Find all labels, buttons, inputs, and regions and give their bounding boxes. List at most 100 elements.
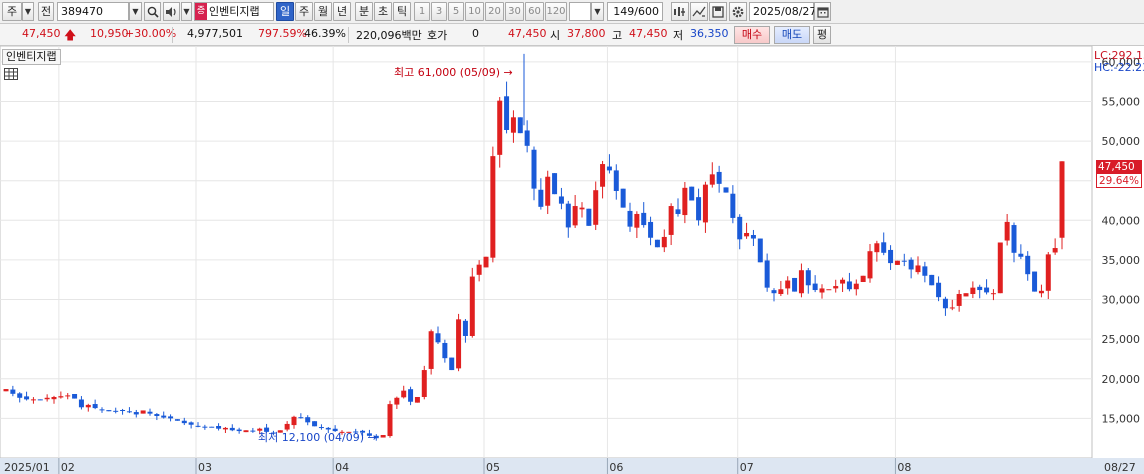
candle-body (17, 393, 23, 398)
custom-interval-dropdown-icon[interactable]: ▼ (591, 2, 604, 21)
interval-30-button[interactable]: 30 (505, 2, 524, 21)
candle-body (702, 184, 708, 223)
candle-body (387, 404, 393, 437)
sell-button[interactable]: 매도 (774, 26, 810, 44)
candle-body (298, 417, 304, 419)
plot-area (0, 46, 1093, 459)
period-tick-button[interactable]: 틱 (393, 2, 411, 21)
candle-body (476, 264, 482, 275)
candle-body (977, 286, 983, 291)
candle-body (216, 425, 222, 429)
interval-5-button[interactable]: 5 (448, 2, 464, 21)
margin-badge: 증 (195, 3, 207, 20)
low-price: 36,350 (690, 27, 729, 40)
candle-body (565, 203, 571, 228)
x-axis-band (0, 458, 1144, 474)
candle-body (881, 242, 887, 253)
interval-10-button[interactable]: 10 (465, 2, 484, 21)
x-tick-label: 07 (740, 461, 754, 474)
interval-3-button[interactable]: 3 (431, 2, 447, 21)
candle-body (250, 430, 256, 432)
interval-60-button[interactable]: 60 (525, 2, 544, 21)
price-chart[interactable]: 15,00020,00025,00030,00035,00040,00045,0… (0, 46, 1144, 474)
period-minute-button[interactable]: 분 (355, 2, 373, 21)
data-count-field[interactable]: 149/600 (607, 2, 663, 21)
period-day-button[interactable]: 일 (276, 2, 294, 21)
chart-title-tab[interactable]: 인벤티지랩 (2, 49, 61, 65)
add-indicator-icon[interactable] (671, 2, 689, 21)
speaker-dropdown-icon[interactable]: ▼ (181, 2, 192, 21)
candle-body (51, 396, 57, 400)
period-month-button[interactable]: 월 (314, 2, 332, 21)
interval-120-label: 120 (546, 6, 566, 17)
stock-code-input[interactable]: 389470 (57, 2, 129, 21)
candle-body (37, 399, 43, 401)
candle-body (1059, 161, 1065, 238)
speaker-icon[interactable] (163, 2, 180, 21)
save-icon[interactable] (709, 2, 727, 21)
candle-body (188, 422, 194, 425)
candle-body (723, 187, 729, 193)
evaluation-button[interactable]: 평 (813, 26, 831, 44)
interval-1-label: 1 (418, 6, 426, 17)
date-input[interactable]: 2025/08/27 (749, 2, 816, 21)
candle-body (730, 193, 736, 218)
candle-body (867, 251, 873, 279)
prev-view-button[interactable]: 전 (38, 2, 54, 21)
period-year-label: 년 (336, 5, 348, 18)
candle-body (689, 186, 695, 201)
candle-body (195, 425, 201, 427)
period-second-button[interactable]: 초 (374, 2, 392, 21)
candle-body (627, 210, 633, 227)
candle-body (901, 260, 907, 262)
open-price: 37,800 (567, 27, 606, 40)
bid-price: 47,450 (508, 27, 547, 40)
custom-interval-input[interactable] (569, 2, 591, 21)
candle-body (456, 319, 462, 369)
data-count-value: 149/600 (613, 5, 659, 18)
candle-body (963, 293, 969, 297)
grid-icon[interactable] (4, 68, 18, 80)
candle-body (675, 209, 681, 214)
candle-body (1004, 221, 1010, 241)
period-year-button[interactable]: 년 (333, 2, 351, 21)
candle-body (85, 404, 91, 408)
turnover-rate: 46.39% (304, 27, 346, 40)
period-week-button[interactable]: 주 (295, 2, 313, 21)
candlestick-chart[interactable]: 15,00020,00025,00030,00035,00040,00045,0… (0, 46, 1144, 474)
candle-body (92, 404, 98, 409)
candle-body (161, 415, 167, 418)
candle-body (414, 396, 420, 403)
stock-name-tag[interactable]: 증 인벤티지랩 (194, 2, 274, 21)
period-week-label: 주 (298, 5, 310, 18)
y-tick-label: 40,000 (1102, 214, 1141, 227)
market-label: 주 (6, 5, 18, 18)
candle-body (243, 430, 249, 433)
candle-body (949, 307, 955, 309)
candle-body (428, 331, 434, 369)
candle-body (874, 243, 880, 253)
buy-button[interactable]: 매수 (734, 26, 770, 44)
market-selector-button[interactable]: 주 (2, 2, 22, 21)
market-dropdown-icon[interactable]: ▼ (22, 2, 34, 21)
gear-icon[interactable] (729, 2, 747, 21)
price-change: 10,950 (90, 27, 129, 40)
interval-30-label: 30 (508, 6, 521, 17)
draw-tool-icon[interactable] (690, 2, 708, 21)
search-icon[interactable] (144, 2, 161, 21)
code-dropdown-icon[interactable]: ▼ (129, 2, 142, 21)
candle-body (113, 410, 119, 412)
calendar-icon[interactable] (814, 2, 831, 21)
candle-body (785, 280, 791, 289)
y-tick-label: 50,000 (1102, 135, 1141, 148)
interval-20-button[interactable]: 20 (485, 2, 504, 21)
interval-120-button[interactable]: 120 (545, 2, 567, 21)
candle-body (894, 260, 900, 265)
candle-body (469, 276, 475, 336)
y-tick-label: 30,000 (1102, 294, 1141, 307)
candle-body (545, 176, 551, 206)
sell-label: 매도 (781, 28, 803, 41)
candle-body (1052, 248, 1058, 253)
candle-body (860, 275, 866, 283)
interval-1-button[interactable]: 1 (414, 2, 430, 21)
